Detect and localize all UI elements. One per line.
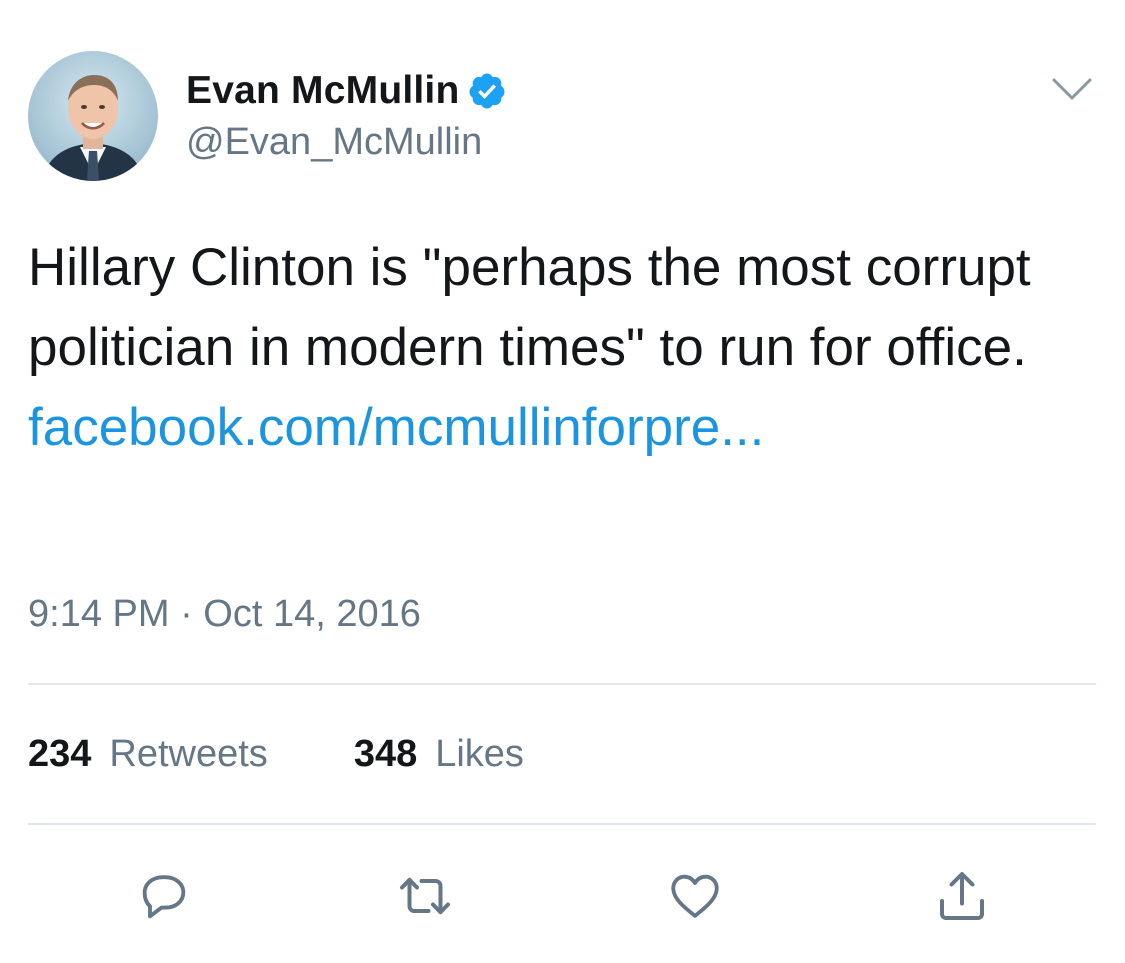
- retweets-label: Retweets: [109, 733, 268, 775]
- tweet-text: Hillary Clinton is "perhaps the most cor…: [28, 238, 1031, 377]
- retweet-icon: [400, 877, 450, 915]
- like-button[interactable]: [665, 866, 725, 926]
- likes-label: Likes: [435, 733, 524, 775]
- reply-icon: [142, 875, 186, 919]
- tweet-link[interactable]: facebook.com/mcmullinforpre...: [28, 388, 1098, 468]
- chevron-down-icon[interactable]: [1050, 74, 1094, 104]
- user-handle[interactable]: @Evan_McMullin: [186, 121, 482, 164]
- share-icon: [940, 872, 984, 920]
- divider: [28, 823, 1096, 825]
- heart-icon: [671, 874, 719, 918]
- retweet-button[interactable]: [395, 866, 455, 926]
- display-name-row: Evan McMullin: [186, 66, 507, 116]
- tweet-stats: 234 Retweets 348 Likes: [28, 733, 524, 776]
- divider: [28, 683, 1096, 685]
- retweets-stat[interactable]: 234 Retweets: [28, 733, 268, 776]
- tweet-timestamp[interactable]: 9:14 PM · Oct 14, 2016: [28, 593, 421, 636]
- display-name[interactable]: Evan McMullin: [186, 69, 459, 113]
- reply-button[interactable]: [134, 866, 194, 926]
- retweets-count: 234: [28, 733, 92, 775]
- share-button[interactable]: [932, 866, 992, 926]
- verified-badge-icon: [467, 71, 507, 111]
- likes-stat[interactable]: 348 Likes: [354, 733, 524, 776]
- tweet-body: Hillary Clinton is "perhaps the most cor…: [28, 228, 1098, 468]
- avatar[interactable]: [28, 51, 158, 181]
- likes-count: 348: [353, 733, 418, 775]
- profile-photo: [28, 51, 158, 181]
